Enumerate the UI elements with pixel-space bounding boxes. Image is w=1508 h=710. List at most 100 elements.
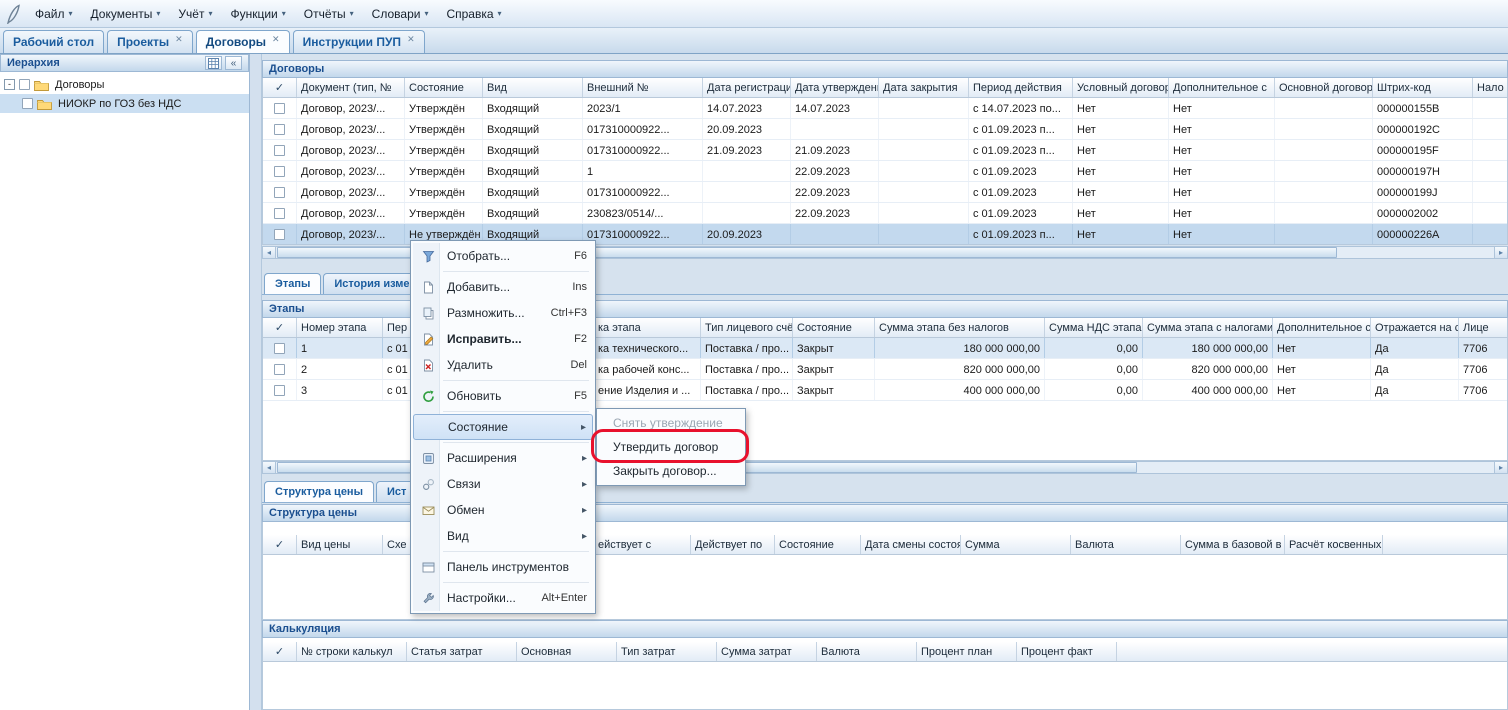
column-header[interactable]: Сумма затрат [717, 642, 817, 661]
column-header[interactable]: Процент факт [1017, 642, 1117, 661]
menu-item[interactable]: УдалитьDel [413, 352, 593, 378]
document-tab[interactable]: Рабочий стол [3, 30, 104, 53]
column-header[interactable]: Состояние [405, 78, 483, 97]
menu-item[interactable]: Настройки...Alt+Enter [413, 585, 593, 611]
menubar-item[interactable]: Файл▾ [26, 3, 82, 25]
document-tab[interactable]: Договоры✕ [196, 30, 290, 53]
column-header[interactable]: Дата утверждения [791, 78, 879, 97]
menu-item[interactable]: Вид▸ [413, 523, 593, 549]
table-row[interactable]: Договор, 2023/...УтверждёнВходящий017310… [263, 119, 1508, 140]
menu-item[interactable]: Добавить...Ins [413, 274, 593, 300]
row-checkbox[interactable] [274, 166, 285, 177]
grid-view-icon[interactable] [205, 56, 222, 70]
menu-item[interactable]: Исправить...F2 [413, 326, 593, 352]
column-header[interactable]: Дополнительное с [1273, 318, 1371, 337]
column-header[interactable]: Состояние [775, 535, 861, 554]
column-header[interactable]: Штрих-код [1373, 78, 1473, 97]
row-checkbox[interactable] [274, 343, 285, 354]
column-header[interactable]: Дата регистрации [703, 78, 791, 97]
menubar-item[interactable]: Словари▾ [363, 3, 438, 25]
column-header[interactable]: Сумма [961, 535, 1071, 554]
menu-item[interactable]: Размножить...Ctrl+F3 [413, 300, 593, 326]
document-tab[interactable]: Проекты✕ [107, 30, 193, 53]
close-tab-icon[interactable]: ✕ [272, 34, 280, 45]
tree-node[interactable]: НИОКР по ГОЗ без НДС [0, 94, 249, 113]
column-header[interactable]: ✓ [263, 78, 297, 97]
menu-item[interactable]: Закрыть договор... [599, 459, 743, 483]
menubar-item[interactable]: Отчёты▾ [295, 3, 363, 25]
column-header[interactable]: Дата смены состоя [861, 535, 961, 554]
column-header[interactable]: Нало [1473, 78, 1508, 97]
menu-item[interactable]: Отобрать...F6 [413, 243, 593, 269]
column-header[interactable]: Вид цены [297, 535, 383, 554]
column-header[interactable]: Сумма этапа без налогов [875, 318, 1045, 337]
row-checkbox[interactable] [274, 229, 285, 240]
column-header[interactable]: Основной договор [1275, 78, 1373, 97]
menu-item[interactable]: Расширения▸ [413, 445, 593, 471]
tree-checkbox[interactable] [19, 79, 30, 90]
column-header[interactable]: Дата закрытия [879, 78, 969, 97]
row-checkbox[interactable] [274, 208, 285, 219]
row-checkbox[interactable] [274, 124, 285, 135]
column-header[interactable]: Состояние [793, 318, 875, 337]
column-header[interactable]: Документ (тип, № [297, 78, 405, 97]
menubar-item[interactable]: Функции▾ [221, 3, 294, 25]
table-row[interactable]: Договор, 2023/...УтверждёнВходящий122.09… [263, 161, 1508, 182]
row-checkbox[interactable] [274, 364, 285, 375]
column-header[interactable]: ✓ [263, 318, 297, 337]
tree-checkbox[interactable] [22, 98, 33, 109]
scroll-left-icon[interactable]: ◂ [263, 247, 276, 258]
expander-icon[interactable]: - [4, 79, 15, 90]
column-header[interactable]: Валюта [817, 642, 917, 661]
menu-item[interactable]: Состояние▸ [413, 414, 593, 440]
menu-item[interactable]: ОбновитьF5 [413, 383, 593, 409]
column-header[interactable]: Сумма НДС этапа [1045, 318, 1143, 337]
row-checkbox[interactable] [274, 103, 285, 114]
close-tab-icon[interactable]: ✕ [175, 34, 183, 45]
column-header[interactable]: Номер этапа [297, 318, 383, 337]
scroll-right-icon[interactable]: ▸ [1494, 247, 1507, 258]
menu-item[interactable]: Утвердить договор [599, 435, 743, 459]
section-tab[interactable]: История изме [323, 273, 420, 294]
column-header[interactable]: № строки калькул [297, 642, 407, 661]
table-row[interactable]: Договор, 2023/...УтверждёнВходящий017310… [263, 140, 1508, 161]
column-header[interactable]: Период действия [969, 78, 1073, 97]
document-tab[interactable]: Инструкции ПУП✕ [293, 30, 425, 53]
menubar-item[interactable]: Справка▾ [437, 3, 510, 25]
scroll-right-icon[interactable]: ▸ [1494, 462, 1507, 473]
table-row[interactable]: Договор, 2023/...УтверждёнВходящий017310… [263, 182, 1508, 203]
table-row[interactable]: Договор, 2023/...УтверждёнВходящий2023/1… [263, 98, 1508, 119]
tree-node[interactable]: -Договоры [0, 75, 249, 94]
column-header[interactable]: Тип лицевого счёт [701, 318, 793, 337]
menu-item[interactable]: Связи▸ [413, 471, 593, 497]
column-header[interactable]: Основная [517, 642, 617, 661]
row-checkbox[interactable] [274, 385, 285, 396]
close-tab-icon[interactable]: ✕ [407, 34, 415, 45]
menubar-item[interactable]: Учёт▾ [169, 3, 221, 25]
column-header[interactable]: Условный договор [1073, 78, 1169, 97]
scroll-left-icon[interactable]: ◂ [263, 462, 276, 473]
row-checkbox[interactable] [274, 187, 285, 198]
column-header[interactable]: Валюта [1071, 535, 1181, 554]
menu-item[interactable]: Обмен▸ [413, 497, 593, 523]
column-header[interactable]: ✓ [263, 535, 297, 554]
column-header[interactable]: Внешний № [583, 78, 703, 97]
row-checkbox[interactable] [274, 145, 285, 156]
column-header[interactable]: Вид [483, 78, 583, 97]
table-row[interactable]: Договор, 2023/...УтверждёнВходящий230823… [263, 203, 1508, 224]
column-header[interactable]: Дополнительное с [1169, 78, 1275, 97]
column-header[interactable]: Отражается на су [1371, 318, 1459, 337]
column-header[interactable]: Лице [1459, 318, 1508, 337]
column-header[interactable]: Сумма этапа с налогами [1143, 318, 1273, 337]
column-header[interactable]: Действует по [691, 535, 775, 554]
menubar-item[interactable]: Документы▾ [82, 3, 170, 25]
column-header[interactable]: Сумма в базовой в [1181, 535, 1285, 554]
section-tab[interactable]: Структура цены [264, 481, 374, 502]
column-header[interactable]: Статья затрат [407, 642, 517, 661]
column-header[interactable]: ✓ [263, 642, 297, 661]
column-header[interactable]: Расчёт косвенных [1285, 535, 1383, 554]
panel-splitter[interactable] [250, 54, 262, 710]
section-tab[interactable]: Этапы [264, 273, 321, 294]
collapse-panel-icon[interactable]: « [225, 56, 242, 70]
column-header[interactable]: Тип затрат [617, 642, 717, 661]
